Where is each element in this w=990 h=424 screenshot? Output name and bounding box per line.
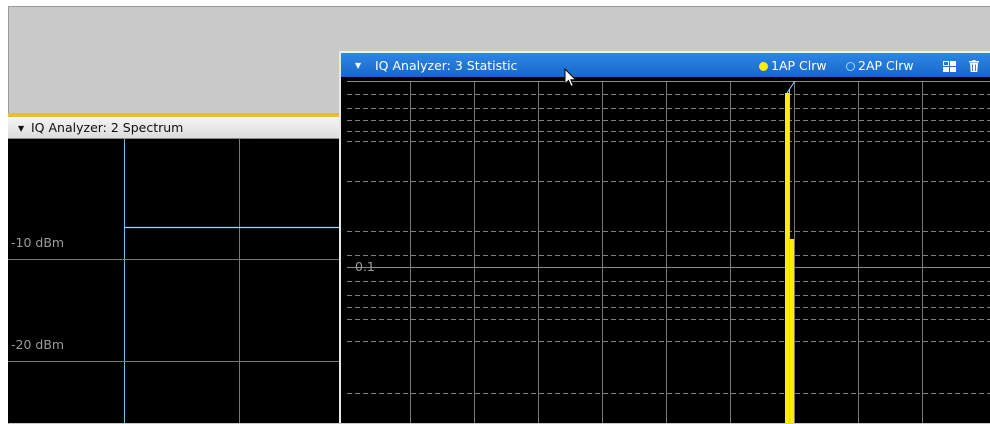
mouse-cursor-icon [564, 68, 577, 88]
spectrum-titlebar[interactable]: ▼ IQ Analyzer: 2 Spectrum [8, 117, 344, 139]
trace-1-dot-icon [759, 61, 768, 71]
trace-2-legend[interactable]: 2AP Clrw [846, 53, 914, 79]
collapse-arrow-icon[interactable]: ▼ [18, 118, 26, 139]
y-axis-label: -10 dBm [11, 235, 65, 250]
delete-icon[interactable] [969, 53, 979, 79]
trace-1-legend[interactable]: 1AP Clrw [759, 53, 827, 79]
collapse-arrow-icon[interactable]: ▼ [355, 53, 361, 79]
spectrum-window[interactable]: ▼ IQ Analyzer: 2 Spectrum -10 dBm -20 dBm [8, 113, 344, 423]
spectrum-plot[interactable] [8, 139, 344, 423]
y-axis-label: -20 dBm [11, 337, 65, 352]
trace-2-dot-icon [846, 61, 855, 71]
trace-1-spike [786, 81, 796, 94]
y-axis-label: 0.1 [355, 259, 375, 274]
statistic-title: IQ Analyzer: 3 Statistic [375, 58, 518, 73]
statistic-window[interactable]: ▼ IQ Analyzer: 3 Statistic 1AP Clrw 2AP … [341, 51, 990, 423]
trace-1-label: 1AP Clrw [771, 58, 827, 73]
layout-split-icon[interactable] [943, 53, 956, 79]
spectrum-title: IQ Analyzer: 2 Spectrum [31, 120, 184, 135]
trace-2-label: 2AP Clrw [858, 58, 914, 73]
trace-1-bar [785, 93, 789, 423]
statistic-plot[interactable] [347, 81, 990, 423]
statistic-titlebar[interactable]: ▼ IQ Analyzer: 3 Statistic 1AP Clrw 2AP … [341, 51, 990, 77]
